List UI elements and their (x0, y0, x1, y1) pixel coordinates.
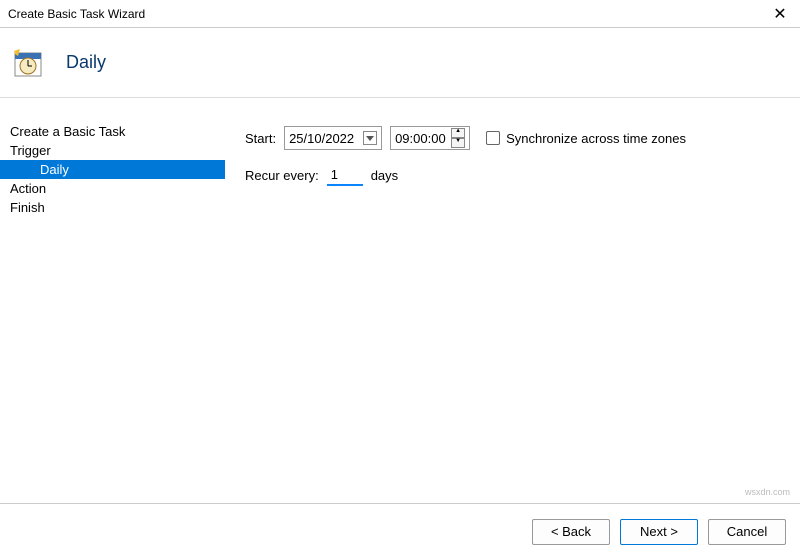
sidebar-item-daily[interactable]: Daily (0, 160, 225, 179)
title-bar: Create Basic Task Wizard ✕ (0, 0, 800, 28)
time-spinner: ▲ ▼ (451, 128, 465, 148)
start-time-field[interactable]: 09:00:00 ▲ ▼ (390, 126, 470, 150)
sidebar-item-finish[interactable]: Finish (0, 198, 225, 217)
sidebar-item-action[interactable]: Action (0, 179, 225, 198)
wizard-steps-sidebar: Create a Basic Task Trigger Daily Action… (0, 98, 225, 503)
time-spinner-up-icon[interactable]: ▲ (451, 128, 465, 138)
sync-timezones-checkbox[interactable]: Synchronize across time zones (486, 131, 686, 146)
sidebar-item-create-basic-task[interactable]: Create a Basic Task (0, 122, 225, 141)
start-row: Start: 25/10/2022 09:00:00 ▲ ▼ Synchroni… (245, 126, 780, 150)
recur-row: Recur every: days (245, 164, 780, 186)
close-button[interactable]: ✕ (760, 0, 800, 28)
start-time-value: 09:00:00 (395, 131, 448, 146)
wizard-header: Daily (0, 28, 800, 98)
cancel-button[interactable]: Cancel (708, 519, 786, 545)
window-title: Create Basic Task Wizard (8, 7, 760, 21)
next-button[interactable]: Next > (620, 519, 698, 545)
start-date-field[interactable]: 25/10/2022 (284, 126, 382, 150)
calendar-dropdown-icon[interactable] (363, 131, 377, 145)
wizard-footer: < Back Next > Cancel (0, 503, 800, 559)
watermark-text: wsxdn.com (745, 487, 790, 497)
calendar-clock-icon (12, 47, 44, 79)
sidebar-item-trigger[interactable]: Trigger (0, 141, 225, 160)
sync-timezones-label: Synchronize across time zones (506, 131, 686, 146)
back-button[interactable]: < Back (532, 519, 610, 545)
recur-unit-label: days (371, 168, 398, 183)
recur-interval-input[interactable] (327, 164, 363, 186)
recur-label: Recur every: (245, 168, 319, 183)
content-area: Create a Basic Task Trigger Daily Action… (0, 98, 800, 503)
page-title: Daily (66, 52, 106, 73)
checkbox-box-icon (486, 131, 500, 145)
start-date-value: 25/10/2022 (289, 131, 359, 146)
main-panel: Start: 25/10/2022 09:00:00 ▲ ▼ Synchroni… (225, 98, 800, 503)
time-spinner-down-icon[interactable]: ▼ (451, 138, 465, 148)
start-label: Start: (245, 131, 276, 146)
